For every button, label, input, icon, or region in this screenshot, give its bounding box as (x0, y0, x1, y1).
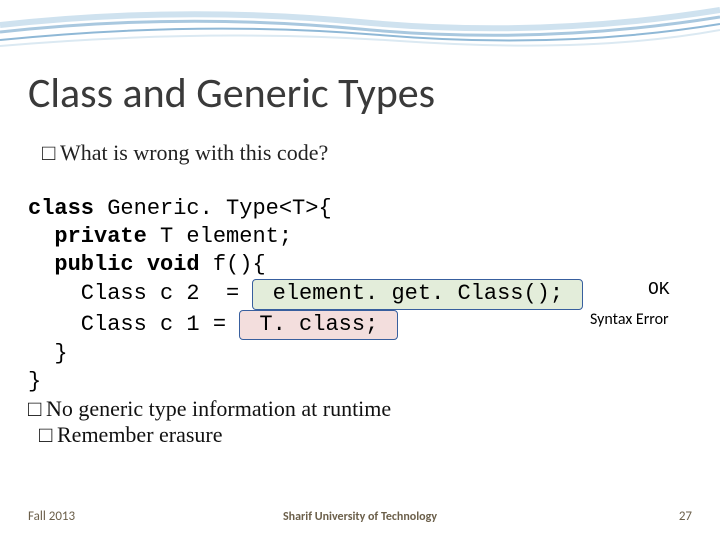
question-text: What is wrong with this code? (60, 140, 328, 165)
annotation-error: Syntax Error (590, 310, 669, 329)
conclusion-line-2: Remember erasure (57, 422, 223, 447)
decorative-swoosh (0, 0, 720, 70)
annotation-ok: OK (648, 280, 670, 300)
question-bullet: □What is wrong with this code? (42, 140, 328, 166)
conclusion-line-1: No generic type information at runtime (46, 396, 391, 421)
conclusion-bullets: □No generic type information at runtime … (28, 396, 391, 448)
code-highlight-ok: element. get. Class(); (252, 279, 583, 309)
code-highlight-error: T. class; (239, 310, 398, 340)
footer-institution: Sharif University of Technology (0, 510, 720, 524)
slide-title: Class and Generic Types (28, 68, 435, 119)
code-block: class Generic. Type<T>{ private T elemen… (28, 195, 583, 396)
slide-number: 27 (679, 509, 692, 524)
